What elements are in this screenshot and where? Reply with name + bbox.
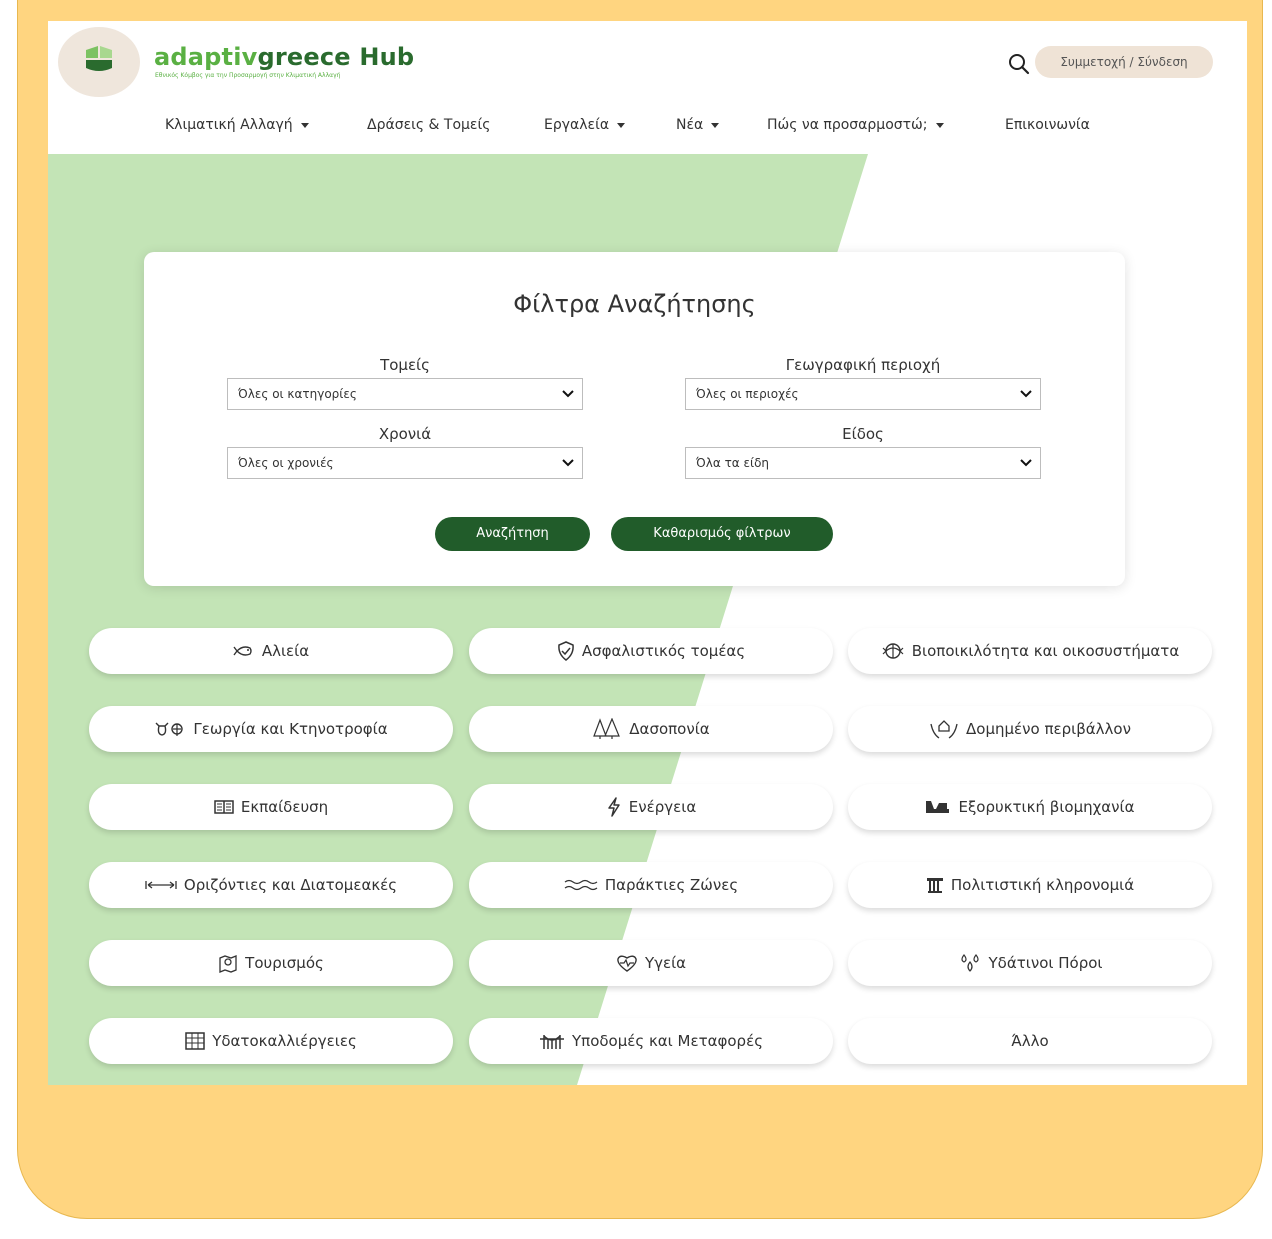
chevron-down-icon <box>935 122 944 128</box>
region-select[interactable]: Όλες οι περιοχές <box>685 378 1041 410</box>
nav-climate-change[interactable]: Κλιματική Αλλαγή <box>165 117 309 133</box>
ecosystem-icon <box>881 641 905 661</box>
sector-aquaculture[interactable]: Υδατοκαλλιέργειες <box>89 1018 453 1064</box>
fish-icon <box>233 644 255 658</box>
sector-health[interactable]: Υγεία <box>469 940 833 986</box>
region-label: Γεωγραφική περιοχή <box>785 356 941 374</box>
chevron-down-icon <box>300 122 309 128</box>
heart-pulse-icon <box>616 954 638 972</box>
cow-plant-icon <box>154 720 186 738</box>
login-button[interactable]: Συμμετοχή / Σύνδεση <box>1035 46 1213 78</box>
sector-infrastructure[interactable]: Υποδομές και Μεταφορές <box>469 1018 833 1064</box>
chevron-down-icon <box>1020 390 1032 398</box>
type-label: Είδος <box>842 425 884 443</box>
chevron-down-icon <box>562 459 574 467</box>
trees-icon <box>592 718 622 740</box>
sector-tourism[interactable]: Τουρισμός <box>89 940 453 986</box>
year-label: Χρονιά <box>378 425 432 443</box>
chevron-down-icon <box>1020 459 1032 467</box>
sector-biodiversity[interactable]: Βιοποικιλότητα και οικοσυστήματα <box>848 628 1212 674</box>
chevron-down-icon <box>617 122 626 128</box>
nav-actions-sectors[interactable]: Δράσεις & Τομείς <box>367 117 490 133</box>
sectors-label: Τομείς <box>380 356 430 374</box>
page-screen: adaptivgreece Hub Εθνικός Κόμβος για την… <box>48 21 1247 1085</box>
waves-icon <box>564 879 598 891</box>
nav-news[interactable]: Νέα <box>676 117 720 133</box>
book-icon <box>214 799 234 815</box>
chevron-down-icon <box>711 122 720 128</box>
sector-forestry[interactable]: Δασοπονία <box>469 706 833 752</box>
brand-name[interactable]: adaptivgreece Hub <box>154 43 414 71</box>
logo-icon <box>86 46 112 71</box>
sector-built-environment[interactable]: Δομημένο περιβάλλον <box>848 706 1212 752</box>
map-pin-icon <box>218 953 238 973</box>
filters-title: Φίλτρα Αναζήτησης <box>513 290 756 318</box>
sector-insurance[interactable]: Ασφαλιστικός τομέας <box>469 628 833 674</box>
nav-tools[interactable]: Εργαλεία <box>544 117 626 133</box>
sector-horizontal[interactable]: Οριζόντιες και Διατομεακές <box>89 862 453 908</box>
sector-agriculture[interactable]: Γεωργία και Κτηνοτροφία <box>89 706 453 752</box>
sector-coastal[interactable]: Παράκτιες Ζώνες <box>469 862 833 908</box>
sector-water-resources[interactable]: Υδάτινοι Πόροι <box>848 940 1212 986</box>
clear-filters-button[interactable]: Καθαρισμός φίλτρων <box>611 517 833 551</box>
sector-cultural-heritage[interactable]: Πολιτιστική κληρονομιά <box>848 862 1212 908</box>
hands-house-icon <box>929 718 959 740</box>
chevron-down-icon <box>562 390 574 398</box>
mining-truck-icon <box>925 798 951 816</box>
nav-how-to-adapt[interactable]: Πώς να προσαρμοστώ; <box>767 117 944 133</box>
search-button[interactable]: Αναζήτηση <box>435 517 590 551</box>
year-select[interactable]: Όλες οι χρονιές <box>227 447 583 479</box>
bridge-icon <box>539 1032 565 1050</box>
sectors-select[interactable]: Όλες οι κατηγορίες <box>227 378 583 410</box>
search-icon[interactable] <box>1008 53 1030 75</box>
type-select[interactable]: Όλα τα είδη <box>685 447 1041 479</box>
brand-tagline: Εθνικός Κόμβος για την Προσαρμογή στην Κ… <box>155 72 341 79</box>
aquaculture-grid-icon <box>185 1032 205 1050</box>
search-filters-card: Φίλτρα Αναζήτησης Τομείς Όλες οι κατηγορ… <box>144 252 1125 586</box>
main-nav: Κλιματική Αλλαγή Δράσεις & Τομείς Εργαλε… <box>48 117 1247 137</box>
sector-energy[interactable]: Ενέργεια <box>469 784 833 830</box>
sector-mining[interactable]: Εξορυκτική βιομηχανία <box>848 784 1212 830</box>
sector-education[interactable]: Εκπαίδευση <box>89 784 453 830</box>
column-icon <box>926 876 944 894</box>
sector-fisheries[interactable]: Αλιεία <box>89 628 453 674</box>
nav-contact[interactable]: Επικοινωνία <box>1005 117 1090 133</box>
sector-other[interactable]: Άλλο <box>848 1018 1212 1064</box>
lightning-icon <box>606 797 622 817</box>
water-drops-icon <box>958 953 982 973</box>
horizontal-arrows-icon <box>145 879 177 891</box>
shield-check-icon <box>557 641 575 661</box>
